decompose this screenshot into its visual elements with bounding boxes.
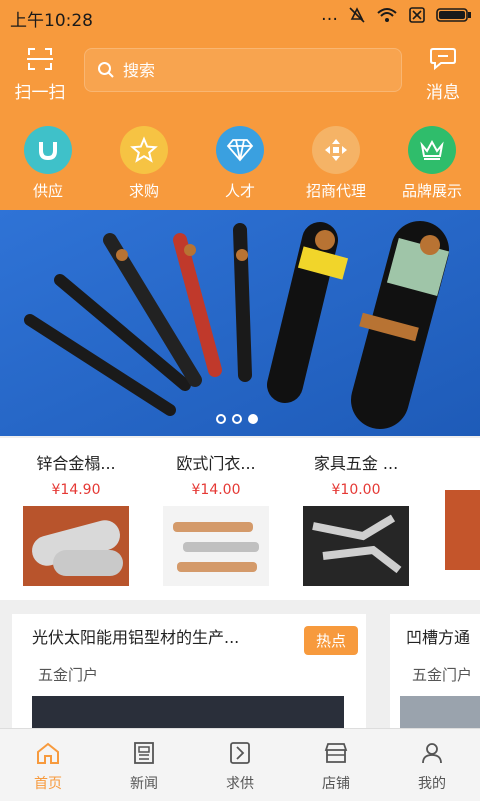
- battery-icon: [436, 8, 471, 22]
- news-icon: [134, 742, 154, 764]
- banner-carousel[interactable]: [0, 210, 480, 436]
- wifi-icon: [377, 8, 397, 22]
- scan-label: 扫一扫: [14, 83, 66, 103]
- tab-label: 我的: [418, 776, 446, 792]
- more-icon: …: [321, 5, 338, 25]
- product-name: 家具五金 ...: [313, 454, 399, 473]
- tab-label: 新闻: [130, 776, 158, 792]
- product-card[interactable]: 焊接: [440, 450, 480, 574]
- carousel-dot[interactable]: [216, 414, 226, 424]
- home-icon: [37, 742, 59, 764]
- hot-badge: 热点: [303, 626, 358, 655]
- product-list: 锌合金榻... ¥14.90 欧式门衣... ¥14.00 家具五金 ... ¥…: [0, 438, 480, 600]
- diamond-icon: [216, 126, 264, 174]
- bottom-tab-bar: 首页 新闻 求供 店铺 我的: [0, 728, 480, 801]
- news-image: [32, 696, 344, 728]
- category-label: 供应: [32, 182, 63, 200]
- category-label: 招商代理: [305, 182, 366, 200]
- news-image: [400, 696, 480, 728]
- news-list: 光伏太阳能用铝型材的生产... 热点 五金门户 凹槽方通 五金门户: [0, 604, 480, 728]
- product-name: 焊接: [440, 450, 480, 474]
- product-price: ¥10.00: [331, 482, 381, 498]
- banner-image: [0, 210, 480, 436]
- star-icon: [120, 126, 168, 174]
- product-card[interactable]: 锌合金榻... ¥14.90: [18, 450, 134, 590]
- tab-news[interactable]: 新闻: [96, 729, 192, 801]
- category-label: 求购: [128, 182, 159, 200]
- carousel-indicator: [216, 414, 258, 424]
- category-talent[interactable]: 人才: [195, 126, 285, 201]
- category-row: 供应 求购 人才 招商代理 品牌展示: [0, 126, 480, 201]
- mute-icon: [349, 7, 365, 23]
- category-label: 品牌展示: [401, 182, 462, 200]
- tab-label: 求供: [226, 776, 254, 792]
- product-image: [163, 506, 269, 586]
- news-source: 五金门户: [412, 666, 473, 684]
- search-input[interactable]: [121, 59, 375, 81]
- magnet-icon: [24, 126, 72, 174]
- supply-icon: [230, 742, 250, 764]
- category-brand[interactable]: 品牌展示: [387, 126, 477, 201]
- status-icons: …: [321, 5, 472, 25]
- crown-icon: [408, 126, 456, 174]
- product-name: 欧式门衣...: [176, 454, 256, 473]
- news-title: 光伏太阳能用铝型材的生产...: [32, 628, 240, 647]
- tab-label: 首页: [34, 776, 62, 792]
- message-label: 消息: [426, 83, 460, 103]
- app-header: 扫一扫 消息 供应 求购 人才: [0, 32, 480, 210]
- product-image: [445, 490, 480, 570]
- category-purchase[interactable]: 求购: [99, 126, 189, 201]
- carousel-dot[interactable]: [232, 414, 242, 424]
- scan-button[interactable]: 扫一扫: [8, 46, 72, 103]
- news-card[interactable]: 光伏太阳能用铝型材的生产... 热点 五金门户: [12, 614, 366, 728]
- news-card[interactable]: 凹槽方通 五金门户: [390, 614, 480, 728]
- tab-supply[interactable]: 求供: [192, 729, 288, 801]
- category-supply[interactable]: 供应: [3, 126, 93, 201]
- news-title: 凹槽方通: [406, 628, 471, 647]
- product-name: 锌合金榻...: [36, 454, 116, 473]
- tab-home[interactable]: 首页: [0, 729, 96, 801]
- category-agency[interactable]: 招商代理: [291, 126, 381, 201]
- scan-icon: [27, 48, 53, 70]
- product-card[interactable]: 家具五金 ... ¥10.00: [298, 450, 414, 590]
- product-image: [23, 506, 129, 586]
- carousel-dot-active[interactable]: [248, 414, 258, 424]
- tab-store[interactable]: 店铺: [288, 729, 384, 801]
- message-button[interactable]: 消息: [418, 46, 468, 103]
- tab-mine[interactable]: 我的: [384, 729, 480, 801]
- news-source: 五金门户: [38, 666, 99, 684]
- store-icon: [324, 743, 348, 763]
- category-label: 人才: [224, 182, 255, 200]
- product-image: [303, 506, 409, 586]
- chat-icon: [430, 48, 456, 71]
- move-arrows-icon: [312, 126, 360, 174]
- product-card[interactable]: 欧式门衣... ¥14.00: [158, 450, 274, 590]
- search-bar[interactable]: [84, 48, 402, 92]
- tab-label: 店铺: [322, 776, 350, 792]
- sim-icon: [409, 7, 425, 23]
- product-price: ¥14.00: [191, 482, 241, 498]
- search-icon: [98, 62, 114, 78]
- product-price: ¥14.90: [51, 482, 101, 498]
- status-bar: 上午10:28 …: [0, 0, 480, 32]
- status-time: 上午10:28: [10, 11, 93, 31]
- user-icon: [422, 743, 442, 764]
